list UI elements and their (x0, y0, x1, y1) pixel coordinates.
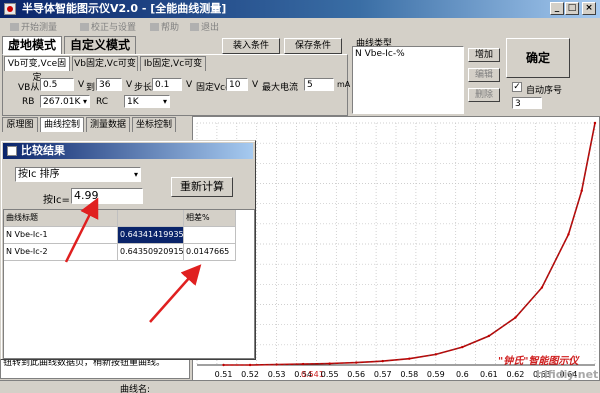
arrow-2 (149, 264, 202, 323)
annotation-arrows (64, 197, 202, 323)
arrow-1 (64, 197, 99, 263)
